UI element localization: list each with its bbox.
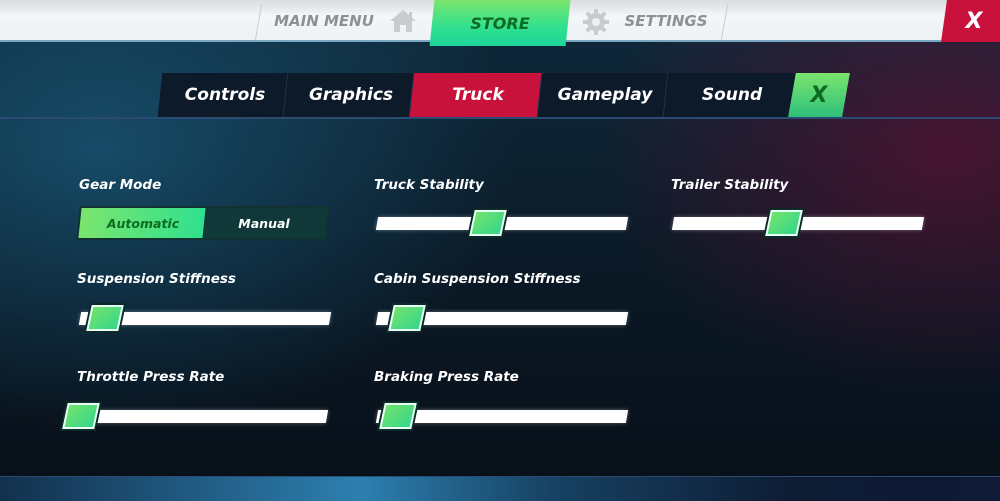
bottom-bar [0,476,1000,501]
throttle-press-rate-slider[interactable] [59,401,329,431]
settings-button[interactable]: SETTINGS [614,0,718,42]
gear-mode-manual[interactable]: Manual [204,208,324,238]
slider-thumb[interactable] [59,401,103,431]
home-icon [390,10,416,32]
tab-strip-underline [0,117,1000,119]
store-button[interactable]: STORE [432,0,568,46]
suspension-stiffness-slider[interactable] [78,303,332,333]
slider-track[interactable] [75,410,329,423]
tab-close-button[interactable]: X [792,73,846,117]
gear-icon [583,9,609,35]
main-menu-button[interactable]: MAIN MENU [262,0,386,42]
close-icon: X [965,8,983,34]
tab-sound[interactable]: Sound [668,73,796,117]
main-menu-label: MAIN MENU [274,12,374,30]
braking-press-rate-label: Braking Press Rate [374,369,519,385]
trailer-stability-slider[interactable] [671,208,925,238]
slider-thumb[interactable] [466,208,510,238]
store-label: STORE [470,13,530,33]
tab-controls[interactable]: Controls [162,73,288,117]
slider-thumb[interactable] [83,303,127,333]
braking-press-rate-slider[interactable] [375,401,629,431]
slider-thumb[interactable] [376,401,420,431]
close-button[interactable]: X [948,0,1000,42]
tab-graphics[interactable]: Graphics [288,73,414,117]
throttle-press-rate-label: Throttle Press Rate [77,369,225,385]
truck-stability-label: Truck Stability [374,177,484,193]
gear-mode-automatic[interactable]: Automatic [82,208,204,238]
slider-thumb[interactable] [762,208,806,238]
tab-truck[interactable]: Truck [414,73,542,117]
gear-mode-label: Gear Mode [79,177,162,193]
cabin-suspension-stiffness-slider[interactable] [375,303,629,333]
tab-gameplay[interactable]: Gameplay [542,73,668,117]
truck-stability-slider[interactable] [375,208,629,238]
trailer-stability-label: Trailer Stability [671,177,789,193]
cabin-suspension-stiffness-label: Cabin Suspension Stiffness [374,271,581,287]
suspension-stiffness-label: Suspension Stiffness [77,271,236,287]
slider-thumb[interactable] [385,303,429,333]
close-icon: X [810,82,828,108]
settings-label: SETTINGS [624,12,708,30]
